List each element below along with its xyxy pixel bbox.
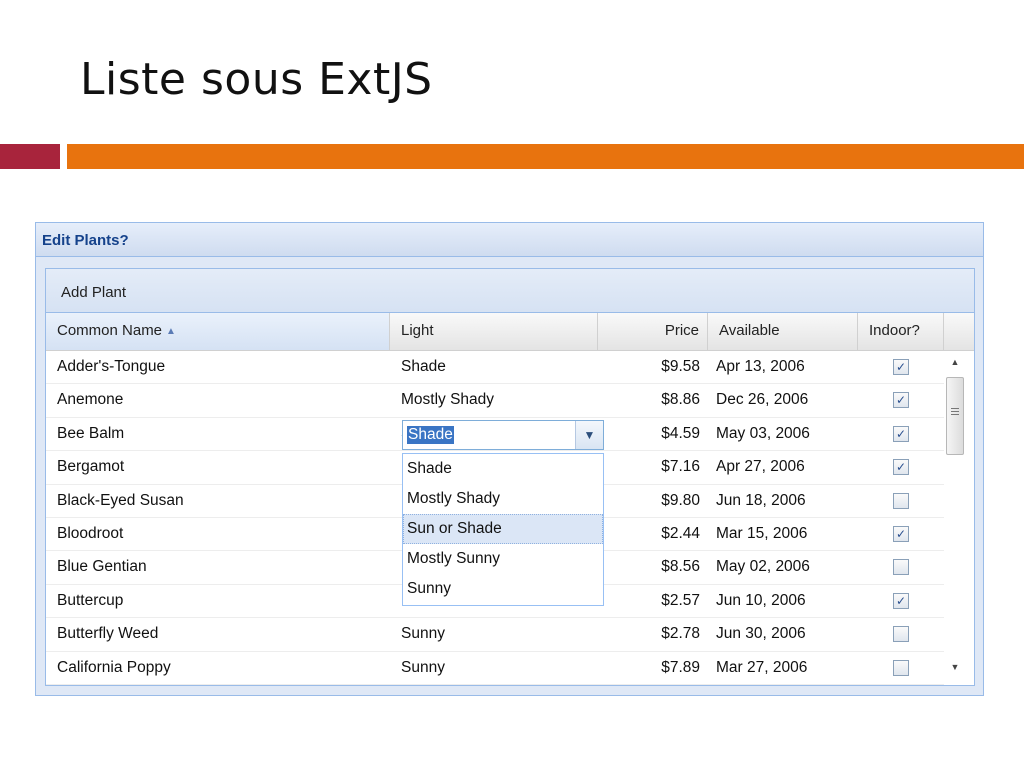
column-header-filler bbox=[944, 313, 974, 350]
grid-panel: Add Plant Common Name ▲ Light Price Avail… bbox=[45, 268, 975, 686]
scrollbar-thumb[interactable] bbox=[946, 377, 964, 455]
cell-light[interactable]: Mostly Shady bbox=[390, 384, 598, 416]
indoor-checkbox[interactable]: ✓ bbox=[893, 359, 909, 375]
cell-common-name[interactable]: Anemone bbox=[46, 384, 390, 416]
column-header-label: Common Name bbox=[57, 322, 163, 339]
cell-indoor: ✓ bbox=[858, 451, 944, 483]
combo-option[interactable]: Sun or Shade bbox=[403, 514, 603, 544]
cell-available[interactable]: Dec 26, 2006 bbox=[708, 384, 858, 416]
cell-price[interactable]: $4.59 bbox=[598, 418, 708, 450]
edit-plants-panel: Edit Plants? Add Plant Common Name ▲ Ligh… bbox=[35, 222, 984, 696]
slide-title: Liste sous ExtJS bbox=[80, 54, 433, 105]
cell-common-name[interactable]: Adder's-Tongue bbox=[46, 351, 390, 383]
light-combo-editor[interactable]: Shade ▼ bbox=[402, 420, 604, 450]
cell-indoor: ✓ bbox=[858, 518, 944, 550]
cell-common-name[interactable]: Blue Gentian bbox=[46, 551, 390, 583]
chevron-down-icon[interactable]: ▼ bbox=[575, 421, 603, 449]
indoor-checkbox[interactable] bbox=[893, 492, 909, 509]
cell-indoor bbox=[858, 652, 944, 684]
column-header-available[interactable]: Available bbox=[708, 313, 858, 350]
table-row[interactable]: Adder's-Tongue Shade $9.58 Apr 13, 2006 ✓ bbox=[46, 351, 944, 385]
cell-common-name[interactable]: Bee Balm bbox=[46, 418, 390, 450]
light-combo-selected-text: Shade bbox=[407, 426, 454, 444]
combo-option[interactable]: Mostly Sunny bbox=[403, 544, 603, 574]
scroll-down-icon[interactable]: ▼ bbox=[944, 662, 966, 680]
cell-price[interactable]: $7.89 bbox=[598, 652, 708, 684]
cell-indoor bbox=[858, 485, 944, 517]
cell-price[interactable]: $2.57 bbox=[598, 585, 708, 617]
indoor-checkbox[interactable]: ✓ bbox=[893, 392, 909, 409]
scroll-up-icon[interactable]: ▲ bbox=[944, 357, 966, 375]
column-header-price[interactable]: Price bbox=[598, 313, 708, 350]
cell-light[interactable]: Sunny bbox=[390, 618, 598, 650]
cell-common-name[interactable]: Bloodroot bbox=[46, 518, 390, 550]
accent-bar-orange bbox=[67, 144, 1024, 169]
cell-available[interactable]: May 03, 2006 bbox=[708, 418, 858, 450]
cell-price[interactable]: $7.16 bbox=[598, 451, 708, 483]
cell-price[interactable]: $2.44 bbox=[598, 518, 708, 550]
cell-indoor: ✓ bbox=[858, 418, 944, 450]
cell-common-name[interactable]: California Poppy bbox=[46, 652, 390, 684]
cell-price[interactable]: $8.56 bbox=[598, 551, 708, 583]
cell-indoor bbox=[858, 618, 944, 650]
indoor-checkbox[interactable] bbox=[893, 659, 909, 676]
column-header-indoor[interactable]: Indoor? bbox=[858, 313, 944, 350]
cell-available[interactable]: Apr 27, 2006 bbox=[708, 451, 858, 483]
cell-available[interactable]: Jun 30, 2006 bbox=[708, 618, 858, 650]
cell-available[interactable]: May 02, 2006 bbox=[708, 551, 858, 583]
cell-light[interactable]: Sunny bbox=[390, 652, 598, 684]
grip-icon bbox=[951, 408, 959, 417]
cell-indoor: ✓ bbox=[858, 585, 944, 617]
combo-option[interactable]: Sunny bbox=[403, 574, 603, 604]
cell-price[interactable]: $2.78 bbox=[598, 618, 708, 650]
cell-indoor bbox=[858, 551, 944, 583]
cell-available[interactable]: Apr 13, 2006 bbox=[708, 351, 858, 383]
cell-light[interactable]: Shade bbox=[390, 351, 598, 383]
cell-common-name[interactable]: Black-Eyed Susan bbox=[46, 485, 390, 517]
cell-available[interactable]: Mar 27, 2006 bbox=[708, 652, 858, 684]
cell-common-name[interactable]: Bergamot bbox=[46, 451, 390, 483]
indoor-checkbox[interactable]: ✓ bbox=[893, 592, 909, 609]
table-row[interactable]: Anemone Mostly Shady $8.86 Dec 26, 2006 ✓ bbox=[46, 384, 944, 418]
grid-toolbar: Add Plant bbox=[46, 269, 974, 313]
cell-price[interactable]: $9.80 bbox=[598, 485, 708, 517]
cell-price[interactable]: $8.86 bbox=[598, 384, 708, 416]
table-row[interactable]: Butterfly Weed Sunny $2.78 Jun 30, 2006 bbox=[46, 618, 944, 652]
indoor-checkbox[interactable]: ✓ bbox=[893, 525, 909, 542]
panel-title: Edit Plants? bbox=[36, 223, 983, 257]
vertical-scrollbar[interactable]: ▲ ▼ bbox=[944, 351, 966, 685]
accent-bar-red bbox=[0, 144, 60, 169]
indoor-checkbox[interactable]: ✓ bbox=[893, 425, 909, 442]
combo-option[interactable]: Mostly Shady bbox=[403, 484, 603, 514]
cell-price[interactable]: $9.58 bbox=[598, 351, 708, 383]
column-header-common-name[interactable]: Common Name ▲ bbox=[46, 313, 390, 350]
indoor-checkbox[interactable] bbox=[893, 559, 909, 576]
light-combo-dropdown: Shade Mostly Shady Sun or Shade Mostly Sunn… bbox=[402, 453, 604, 606]
cell-indoor: ✓ bbox=[858, 351, 944, 383]
cell-available[interactable]: Jun 18, 2006 bbox=[708, 485, 858, 517]
cell-indoor: ✓ bbox=[858, 384, 944, 416]
table-row[interactable]: California Poppy Sunny $7.89 Mar 27, 2006 bbox=[46, 652, 944, 685]
cell-available[interactable]: Jun 10, 2006 bbox=[708, 585, 858, 617]
column-header-light[interactable]: Light bbox=[390, 313, 598, 350]
add-plant-button[interactable]: Add Plant bbox=[50, 281, 137, 304]
cell-available[interactable]: Mar 15, 2006 bbox=[708, 518, 858, 550]
indoor-checkbox[interactable] bbox=[893, 626, 909, 643]
indoor-checkbox[interactable]: ✓ bbox=[893, 459, 909, 476]
sort-ascending-icon: ▲ bbox=[166, 326, 176, 337]
cell-common-name[interactable]: Buttercup bbox=[46, 585, 390, 617]
combo-option[interactable]: Shade bbox=[403, 454, 603, 484]
cell-common-name[interactable]: Butterfly Weed bbox=[46, 618, 390, 650]
grid-header: Common Name ▲ Light Price Available Indoo… bbox=[46, 313, 974, 351]
